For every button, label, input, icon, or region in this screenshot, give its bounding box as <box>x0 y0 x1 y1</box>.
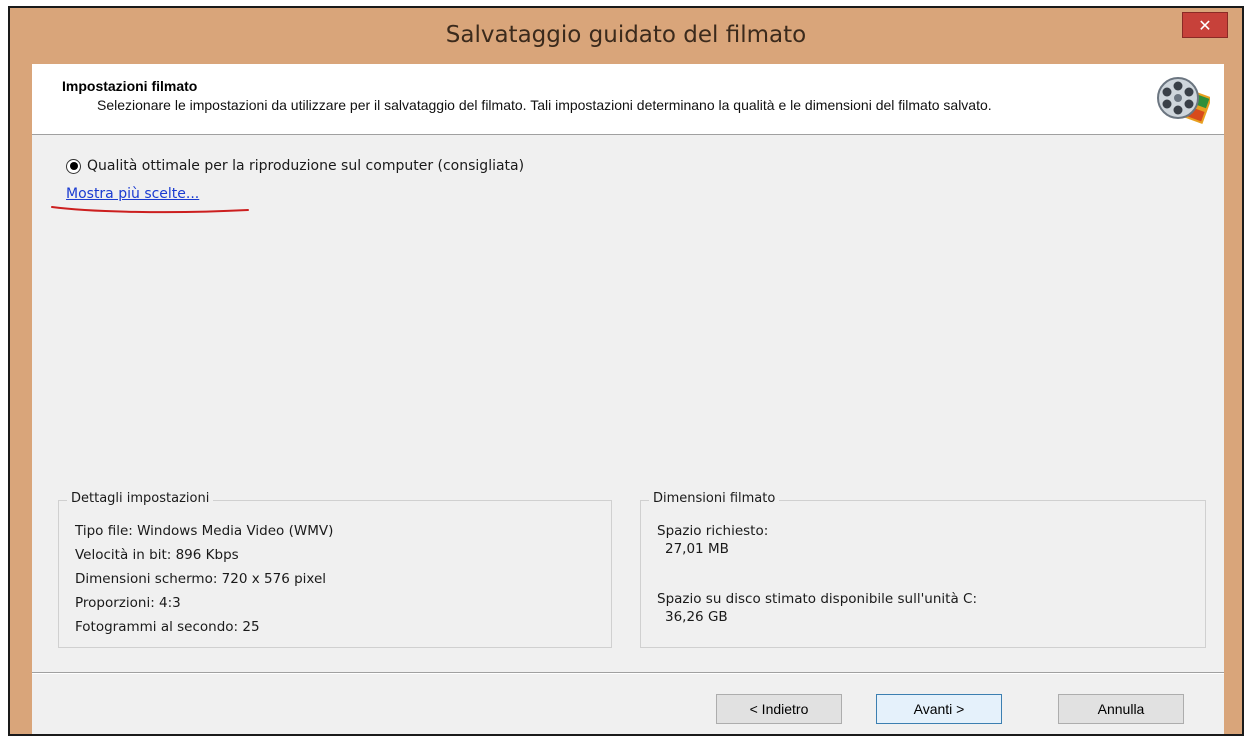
required-space-value: 27,01 MB <box>665 541 729 557</box>
close-button[interactable]: ✕ <box>1182 12 1228 38</box>
radio-button-selected[interactable] <box>66 158 81 174</box>
page-title: Impostazioni filmato <box>62 78 198 94</box>
detail-bitrate: Velocità in bit: 896 Kbps <box>75 547 239 563</box>
radio-dot <box>69 162 78 170</box>
footer-separator <box>32 672 1224 674</box>
wizard-header: Impostazioni filmato Selezionare le impo… <box>32 64 1224 135</box>
show-more-choices-link[interactable]: Mostra più scelte... <box>66 186 199 202</box>
cancel-button[interactable]: Annulla <box>1058 694 1184 724</box>
title-bar[interactable]: Salvataggio guidato del filmato ✕ <box>10 8 1242 64</box>
detail-screen-size: Dimensioni schermo: 720 x 576 pixel <box>75 571 327 587</box>
window-title: Salvataggio guidato del filmato <box>445 22 807 48</box>
available-space-label: Spazio su disco stimato disponibile sull… <box>657 591 978 607</box>
close-icon: ✕ <box>1198 15 1212 35</box>
available-space-value: 36,26 GB <box>665 609 728 625</box>
detail-aspect-ratio: Proporzioni: 4:3 <box>75 595 181 611</box>
back-button[interactable]: < Indietro <box>716 694 842 724</box>
quality-option-label[interactable]: Qualità ottimale per la riproduzione sul… <box>87 158 524 174</box>
detail-frame-rate: Fotogrammi al secondo: 25 <box>75 619 260 635</box>
next-button[interactable]: Avanti > <box>876 694 1002 724</box>
detail-file-type: Tipo file: Windows Media Video (WMV) <box>75 523 334 539</box>
required-space-label: Spazio richiesto: <box>657 523 769 539</box>
movie-size-legend: Dimensioni filmato <box>649 491 780 506</box>
movie-size-group: Dimensioni filmato Spazio richiesto: 27,… <box>640 491 1206 648</box>
page-description: Selezionare le impostazioni da utilizzar… <box>97 97 992 113</box>
settings-details-group: Dettagli impostazioni Tipo file: Windows… <box>58 491 612 648</box>
settings-details-legend: Dettagli impostazioni <box>67 491 214 506</box>
wizard-window: Salvataggio guidato del filmato ✕ Impost… <box>8 6 1244 736</box>
dialog-body: Impostazioni filmato Selezionare le impo… <box>32 64 1224 734</box>
quality-option-optimal[interactable]: Qualità ottimale per la riproduzione sul… <box>66 158 524 174</box>
film-reel-icon <box>1157 77 1210 124</box>
red-underline-annotation <box>51 206 249 214</box>
